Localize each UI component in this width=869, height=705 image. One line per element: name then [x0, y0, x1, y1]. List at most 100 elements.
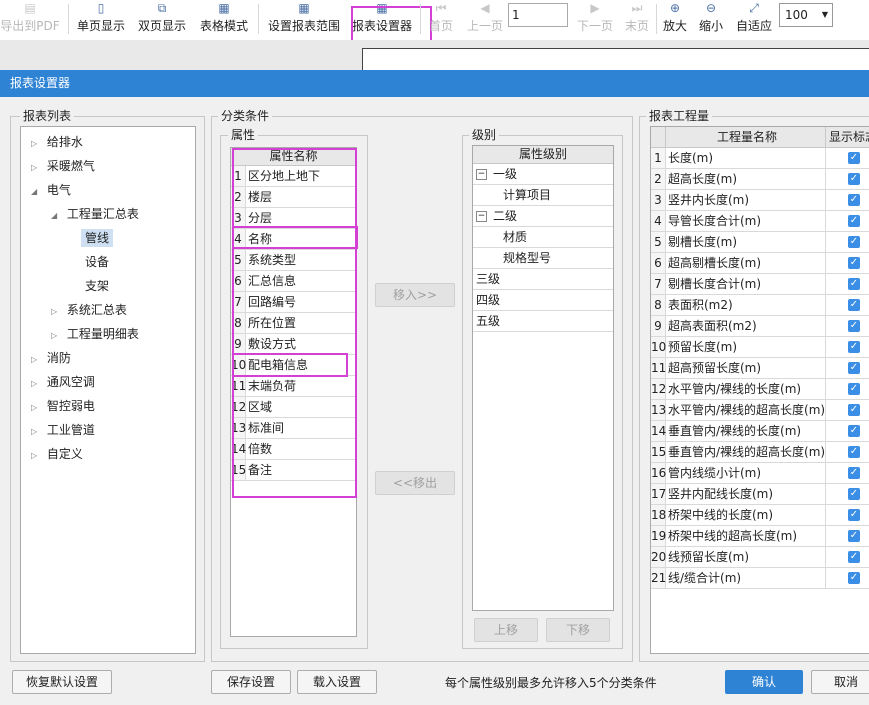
quantity-row[interactable]: 12 水平管内/裸线的长度(m) ✓	[651, 379, 869, 400]
tree-item-heating[interactable]: ▷ 采暖燃气	[31, 155, 95, 177]
show-flag-checkbox[interactable]: ✓	[848, 194, 860, 206]
quantity-row[interactable]: 7 剔槽长度合计(m) ✓	[651, 274, 869, 295]
zoom-out-button[interactable]: ⊖ 缩小	[696, 0, 726, 38]
move-in-button[interactable]: 移入>>	[375, 283, 455, 307]
expand-icon[interactable]: ▷	[31, 421, 43, 443]
expand-icon[interactable]: ▷	[51, 301, 63, 323]
quantity-row[interactable]: 4 导管长度合计(m) ✓	[651, 211, 869, 232]
tree-item-water[interactable]: ▷ 给排水	[31, 131, 83, 153]
quantity-row[interactable]: 20 线预留长度(m) ✓	[651, 547, 869, 568]
fit-button[interactable]: ⤢ 自适应	[733, 0, 775, 38]
show-flag-checkbox[interactable]: ✓	[848, 257, 860, 269]
show-flag-checkbox[interactable]: ✓	[848, 509, 860, 521]
quantity-row[interactable]: 1 长度(m) ✓	[651, 148, 869, 169]
show-flag-checkbox[interactable]: ✓	[848, 467, 860, 479]
first-page-button[interactable]: ⏮ 首页	[425, 0, 457, 38]
show-flag-checkbox[interactable]: ✓	[848, 383, 860, 395]
level-row-2[interactable]: − 二级	[473, 206, 613, 227]
expand-icon[interactable]: ▷	[31, 133, 43, 155]
quantity-row[interactable]: 14 垂直管内/裸线的长度(m) ✓	[651, 421, 869, 442]
quantity-row[interactable]: 16 管内线缆小计(m) ✓	[651, 463, 869, 484]
quantity-row[interactable]: 8 表面积(m2) ✓	[651, 295, 869, 316]
tree-item-electrical[interactable]: ◢ 电气	[31, 179, 71, 201]
quantity-row[interactable]: 17 竖井内配线长度(m) ✓	[651, 484, 869, 505]
level-row-4[interactable]: 四级	[473, 290, 613, 311]
level-row-5[interactable]: 五级	[473, 311, 613, 332]
single-page-button[interactable]: ▯ 单页显示	[74, 0, 128, 38]
show-flag-checkbox[interactable]: ✓	[848, 362, 860, 374]
show-flag-checkbox[interactable]: ✓	[848, 404, 860, 416]
quantity-row[interactable]: 19 桥架中线的超高长度(m) ✓	[651, 526, 869, 547]
show-flag-checkbox[interactable]: ✓	[848, 425, 860, 437]
tree-item-system-summary[interactable]: ▷ 系统汇总表	[51, 299, 127, 321]
tree-item-quantity-detail[interactable]: ▷ 工程量明细表	[51, 323, 139, 345]
tree-item-hvac[interactable]: ▷ 通风空调	[31, 371, 95, 393]
load-settings-button[interactable]: 载入设置	[297, 670, 377, 694]
quantity-row[interactable]: 15 垂直管内/裸线的超高长度(m) ✓	[651, 442, 869, 463]
move-down-button[interactable]: 下移	[546, 618, 610, 642]
show-flag-checkbox[interactable]: ✓	[848, 488, 860, 500]
quantity-row[interactable]: 6 超高剔槽长度(m) ✓	[651, 253, 869, 274]
tree-item-low-voltage[interactable]: ▷ 智控弱电	[31, 395, 95, 417]
quantity-row[interactable]: 3 竖井内长度(m) ✓	[651, 190, 869, 211]
zoom-select[interactable]: 100 ▼	[779, 3, 833, 27]
collapse-icon[interactable]: −	[476, 211, 487, 222]
expand-icon[interactable]: ▷	[31, 157, 43, 179]
show-flag-checkbox[interactable]: ✓	[848, 173, 860, 185]
show-flag-checkbox[interactable]: ✓	[848, 446, 860, 458]
cancel-button[interactable]: 取消	[811, 670, 869, 694]
export-pdf-button[interactable]: ▤ 导出到PDF	[0, 0, 60, 38]
save-settings-button[interactable]: 保存设置	[211, 670, 291, 694]
show-flag-checkbox[interactable]: ✓	[848, 341, 860, 353]
show-flag-checkbox[interactable]: ✓	[848, 215, 860, 227]
expand-icon[interactable]: ▷	[51, 325, 63, 347]
level-child[interactable]: 计算项目	[473, 185, 613, 206]
quantity-row[interactable]: 2 超高长度(m) ✓	[651, 169, 869, 190]
restore-defaults-button[interactable]: 恢复默认设置	[12, 670, 112, 694]
quantity-row[interactable]: 5 剔槽长度(m) ✓	[651, 232, 869, 253]
tree-item-fire[interactable]: ▷ 消防	[31, 347, 71, 369]
prev-page-button[interactable]: ◀ 上一页	[464, 0, 506, 38]
tree-item-pipeline[interactable]: 管线	[81, 227, 114, 249]
expand-icon[interactable]: ▷	[31, 349, 43, 371]
tree-item-custom[interactable]: ▷ 自定义	[31, 443, 83, 465]
show-flag-checkbox[interactable]: ✓	[848, 278, 860, 290]
ok-button[interactable]: 确认	[725, 670, 803, 694]
quantity-row[interactable]: 9 超高表面积(m2) ✓	[651, 316, 869, 337]
expand-icon[interactable]: ▷	[31, 373, 43, 395]
move-out-button[interactable]: <<移出	[375, 471, 455, 495]
level-child[interactable]: 材质	[473, 227, 613, 248]
tree-item-equipment[interactable]: 设备	[85, 251, 109, 273]
show-flag-checkbox[interactable]: ✓	[848, 572, 860, 584]
show-flag-checkbox[interactable]: ✓	[848, 551, 860, 563]
quantity-row[interactable]: 13 水平管内/裸线的超高长度(m) ✓	[651, 400, 869, 421]
double-page-button[interactable]: ⧉ 双页显示	[134, 0, 190, 38]
level-row-3[interactable]: 三级	[473, 269, 613, 290]
table-mode-button[interactable]: ▦ 表格模式	[196, 0, 252, 38]
show-flag-checkbox[interactable]: ✓	[848, 320, 860, 332]
expand-icon[interactable]: ▷	[31, 397, 43, 419]
show-flag-checkbox[interactable]: ✓	[848, 152, 860, 164]
show-flag-checkbox[interactable]: ✓	[848, 530, 860, 542]
next-page-button[interactable]: ▶ 下一页	[574, 0, 616, 38]
show-flag-checkbox[interactable]: ✓	[848, 299, 860, 311]
show-flag-checkbox[interactable]: ✓	[848, 236, 860, 248]
set-range-button[interactable]: ▦ 设置报表范围	[264, 0, 344, 38]
move-up-button[interactable]: 上移	[474, 618, 538, 642]
quantity-row[interactable]: 10 预留长度(m) ✓	[651, 337, 869, 358]
tree-item-industrial-pipe[interactable]: ▷ 工业管道	[31, 419, 95, 441]
collapse-icon[interactable]: −	[476, 169, 487, 180]
expand-icon[interactable]: ▷	[31, 445, 43, 467]
collapse-icon[interactable]: ◢	[51, 205, 63, 227]
quantity-row[interactable]: 11 超高预留长度(m) ✓	[651, 358, 869, 379]
tree-item-bracket[interactable]: 支架	[85, 275, 109, 297]
level-row-1[interactable]: − 一级	[473, 164, 613, 185]
quantity-row[interactable]: 21 线/缆合计(m) ✓	[651, 568, 869, 589]
last-page-button[interactable]: ⏭ 末页	[622, 0, 652, 38]
page-number-input[interactable]: 1	[508, 3, 568, 27]
tree-item-quantity-summary[interactable]: ◢ 工程量汇总表	[51, 203, 139, 225]
quantity-row[interactable]: 18 桥架中线的长度(m) ✓	[651, 505, 869, 526]
level-child[interactable]: 规格型号	[473, 248, 613, 269]
collapse-icon[interactable]: ◢	[31, 181, 43, 203]
zoom-in-button[interactable]: ⊕ 放大	[660, 0, 690, 38]
